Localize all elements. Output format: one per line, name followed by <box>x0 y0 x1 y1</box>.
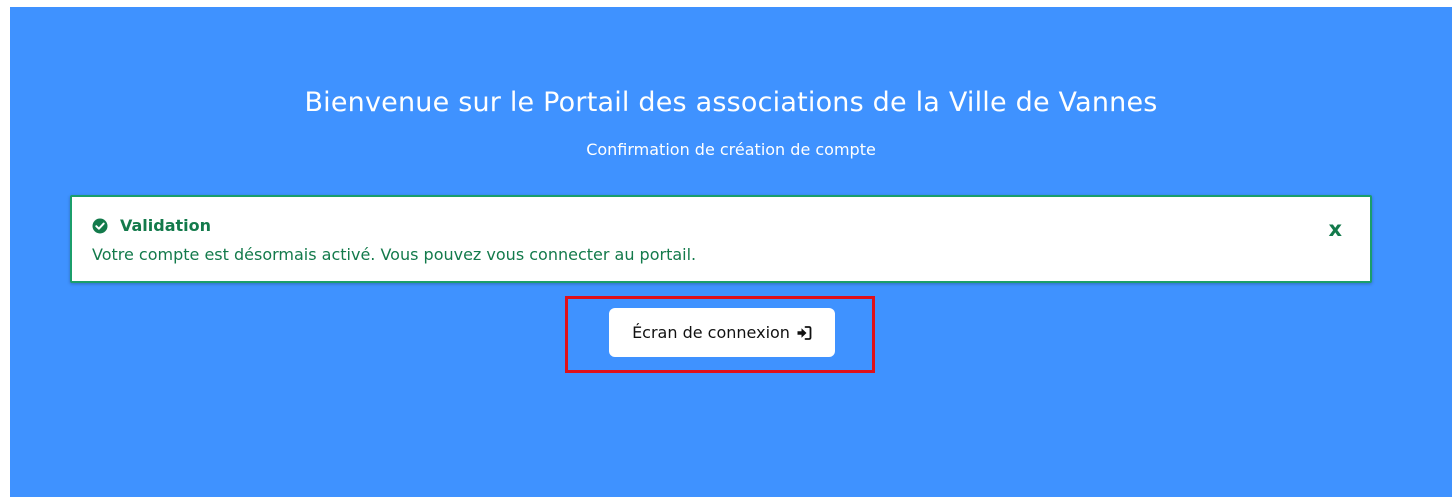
login-screen-button[interactable]: Écran de connexion <box>609 308 835 357</box>
login-button-label: Écran de connexion <box>632 323 790 342</box>
alert-heading: Validation <box>92 216 211 235</box>
page-title: Bienvenue sur le Portail des association… <box>304 87 1158 118</box>
close-alert-button[interactable]: x <box>1328 219 1342 240</box>
alert-heading-text: Validation <box>120 216 212 235</box>
page-subtitle: Confirmation de création de compte <box>586 140 876 159</box>
alert-message: Votre compte est désormais activé. Vous … <box>92 245 697 264</box>
check-circle-icon <box>92 218 108 234</box>
main-panel: Bienvenue sur le Portail des association… <box>10 7 1452 497</box>
sign-in-icon <box>796 325 812 341</box>
success-alert: Validation Votre compte est désormais ac… <box>70 195 1372 283</box>
